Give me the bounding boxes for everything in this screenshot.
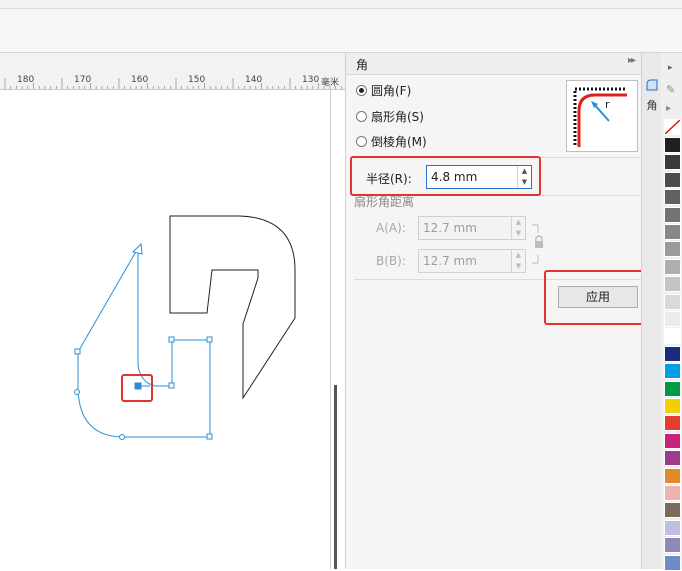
spin-down-icon[interactable]: ▼ <box>518 177 531 188</box>
ruler-tick-label: 130 <box>302 75 320 85</box>
color-swatch[interactable] <box>664 241 681 258</box>
radio-dot-icon <box>356 84 367 96</box>
selected-curve <box>77 246 211 438</box>
horizontal-ruler[interactable]: 180 170 160 150 140 130 毫米 <box>0 53 345 90</box>
node-handle <box>206 433 213 440</box>
spin-down-icon[interactable]: ▼ <box>512 228 525 239</box>
distance-a-value: 12.7 mm <box>423 221 477 235</box>
node-handle <box>74 348 81 355</box>
canvas-scrollbar[interactable] <box>334 385 337 569</box>
radio-label: 圆角(F) <box>371 83 412 98</box>
color-swatch[interactable] <box>664 467 681 484</box>
radio-scallop-corner[interactable]: 扇形角(S) <box>356 108 424 124</box>
menu-bar <box>0 0 682 9</box>
distance-b-input[interactable]: 12.7 mm ▲ ▼ <box>418 249 526 273</box>
ruler-ticks <box>4 78 342 89</box>
color-swatch[interactable] <box>664 293 681 310</box>
radio-round-corner[interactable]: 圆角(F) <box>356 82 411 98</box>
eyedropper-icon[interactable]: ✎ <box>666 83 675 96</box>
round-corner-preview-icon: r <box>573 87 627 147</box>
scallop-distance-heading: 扇形角距离 <box>354 195 415 209</box>
app-window: 180 170 160 150 140 130 毫米 角 ▸▸ 圆角(F) 扇形… <box>0 0 682 571</box>
ruler-tick-label: 160 <box>131 75 149 85</box>
black-outline-shape <box>169 215 296 400</box>
preview-radius-label: r <box>605 98 610 111</box>
node-handle <box>119 434 125 440</box>
selected-node <box>134 382 142 390</box>
color-swatch[interactable] <box>664 224 681 240</box>
canvas-page-border <box>330 90 331 569</box>
separator <box>354 157 642 158</box>
ruler-tick-label: 170 <box>74 75 92 85</box>
radio-label: 倒棱角(M) <box>371 134 427 149</box>
color-swatch[interactable] <box>664 502 681 519</box>
color-swatch[interactable] <box>664 189 681 206</box>
palette-menu-icon[interactable]: ▸ <box>666 103 671 114</box>
distance-a-label: A(A): <box>376 221 406 235</box>
distance-b-label: B(B): <box>376 254 406 268</box>
color-swatch[interactable] <box>664 415 681 432</box>
no-color-swatch[interactable] <box>664 119 681 135</box>
color-swatch[interactable] <box>664 258 681 275</box>
corner-preview: r <box>566 80 638 152</box>
spin-up-icon[interactable]: ▲ <box>512 250 525 261</box>
node-handle <box>206 336 213 343</box>
spin-down-icon[interactable]: ▼ <box>512 261 525 272</box>
radio-dot-icon <box>356 110 367 122</box>
radius-value: 4.8 mm <box>431 170 478 184</box>
distance-a-stepper[interactable]: ▲ ▼ <box>511 217 525 239</box>
node-handle <box>168 336 175 343</box>
apply-button[interactable]: 应用 <box>558 286 638 308</box>
radio-chamfer-corner[interactable]: 倒棱角(M) <box>356 133 427 149</box>
color-swatch[interactable] <box>664 276 681 293</box>
radius-label: 半径(R): <box>366 172 412 186</box>
spin-up-icon[interactable]: ▲ <box>518 166 531 177</box>
color-swatch[interactable] <box>664 519 681 536</box>
node-handle <box>168 382 175 389</box>
radius-stepper[interactable]: ▲ ▼ <box>517 166 531 188</box>
color-swatch[interactable] <box>664 432 681 449</box>
expand-icon[interactable]: ▸▸ <box>628 55 636 66</box>
docker-title: 角 <box>356 58 369 72</box>
color-swatch[interactable] <box>664 328 681 345</box>
distance-a-input[interactable]: 12.7 mm ▲ ▼ <box>418 216 526 240</box>
distance-b-stepper[interactable]: ▲ ▼ <box>511 250 525 272</box>
color-swatch[interactable] <box>664 206 681 223</box>
radio-label: 扇形角(S) <box>371 109 424 124</box>
lock-icon[interactable] <box>530 223 546 273</box>
drawing-canvas[interactable] <box>0 90 345 569</box>
color-swatch[interactable] <box>664 137 681 153</box>
docker-header: 角 ▸▸ ✕ <box>346 53 662 75</box>
color-swatch[interactable] <box>664 450 681 467</box>
color-swatch[interactable] <box>664 398 681 414</box>
color-swatch[interactable] <box>664 345 681 362</box>
color-swatch[interactable] <box>664 171 681 188</box>
ruler-tick-label: 180 <box>17 75 35 85</box>
property-bar <box>0 9 682 53</box>
color-swatch[interactable] <box>664 485 681 501</box>
spin-up-icon[interactable]: ▲ <box>512 217 525 228</box>
color-swatch[interactable] <box>664 311 681 327</box>
ruler-tick-label: 150 <box>188 75 206 85</box>
canvas-drawing[interactable] <box>0 90 345 569</box>
color-swatch[interactable] <box>664 380 681 397</box>
radio-dot-icon <box>356 135 367 147</box>
separator <box>354 279 642 280</box>
color-swatch[interactable] <box>664 363 681 380</box>
ruler-unit-label: 毫米 <box>321 78 340 88</box>
color-swatch[interactable] <box>664 554 681 571</box>
distance-b-value: 12.7 mm <box>423 254 477 268</box>
tab-corner[interactable]: 角 <box>643 97 661 113</box>
radius-input[interactable]: 4.8 mm ▲ ▼ <box>426 165 532 189</box>
color-swatch[interactable] <box>664 154 681 171</box>
color-palette: ▸ ✎ ▸ <box>661 53 682 571</box>
arrow-node-icon <box>132 242 143 255</box>
color-swatch[interactable] <box>664 537 681 554</box>
docker-tab-strip: 角 <box>641 53 661 569</box>
corner-docker: 角 ▸▸ ✕ 圆角(F) 扇形角(S) 倒棱角(M) r <box>345 53 662 569</box>
palette-scroll-up-icon[interactable]: ▸ <box>668 63 673 73</box>
ruler-tick-label: 140 <box>245 75 263 85</box>
corner-tab-icon[interactable] <box>645 78 659 92</box>
node-handle <box>74 389 80 395</box>
